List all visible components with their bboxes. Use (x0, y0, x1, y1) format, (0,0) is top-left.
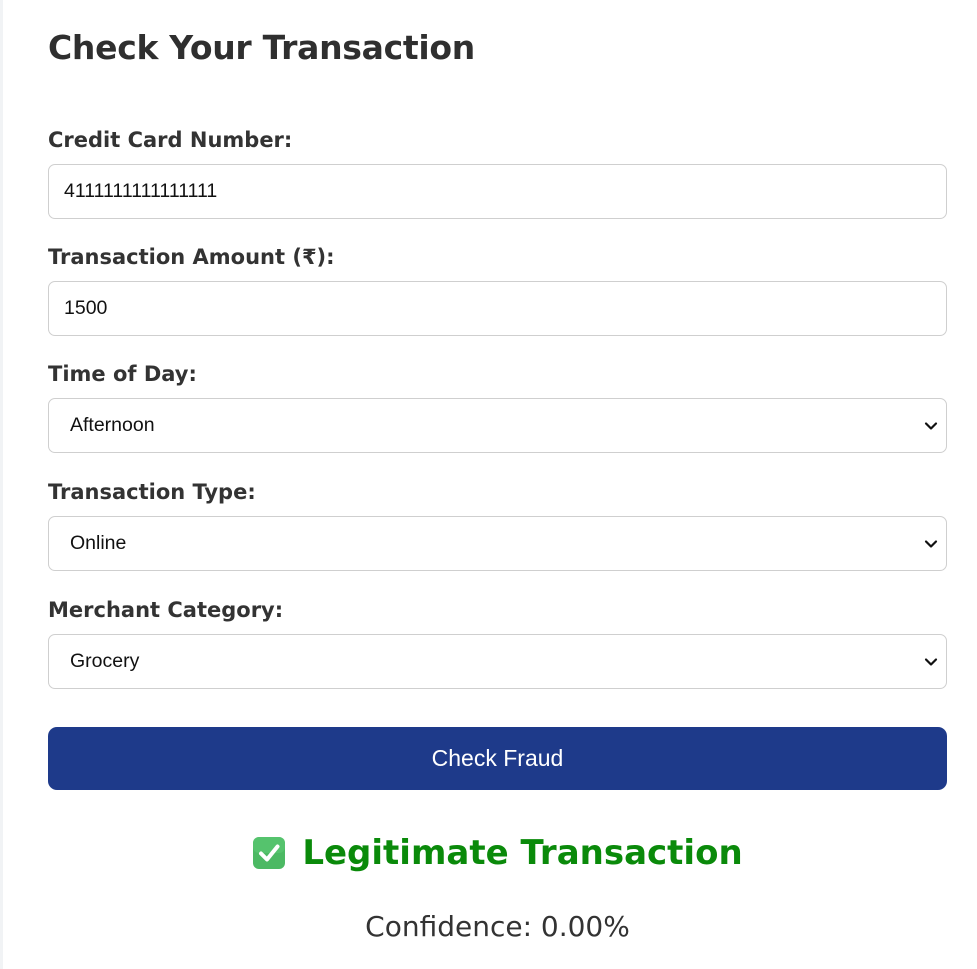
amount-value: 1500 (64, 297, 108, 319)
transaction-type-select[interactable]: Online (48, 516, 947, 571)
amount-input[interactable]: 1500 (48, 281, 947, 336)
transaction-type-selected: Online (70, 532, 127, 554)
time-of-day-label: Time of Day: (48, 362, 197, 386)
transaction-card: Check Your Transaction Credit Card Numbe… (3, 0, 977, 969)
result-text: Legitimate Transaction (302, 833, 743, 873)
check-fraud-button[interactable]: Check Fraud (48, 727, 947, 790)
chevron-down-icon (924, 422, 938, 430)
chevron-down-icon (924, 540, 938, 548)
merchant-category-select[interactable]: Grocery (48, 634, 947, 689)
merchant-category-label: Merchant Category: (48, 598, 284, 622)
card-number-value: 4111111111111111 (64, 180, 218, 202)
amount-label: Transaction Amount (₹): (48, 245, 335, 269)
transaction-type-label: Transaction Type: (48, 480, 256, 504)
time-of-day-select[interactable]: Afternoon (48, 398, 947, 453)
result-banner: Legitimate Transaction (48, 830, 947, 876)
card-number-label: Credit Card Number: (48, 128, 293, 152)
check-mark-icon (253, 837, 286, 869)
chevron-down-icon (924, 658, 938, 666)
card-number-input[interactable]: 4111111111111111 (48, 164, 947, 219)
merchant-category-selected: Grocery (70, 650, 140, 672)
time-of-day-selected: Afternoon (70, 414, 155, 436)
confidence-text: Confidence: 0.00% (365, 910, 630, 943)
page-title: Check Your Transaction (48, 28, 475, 67)
